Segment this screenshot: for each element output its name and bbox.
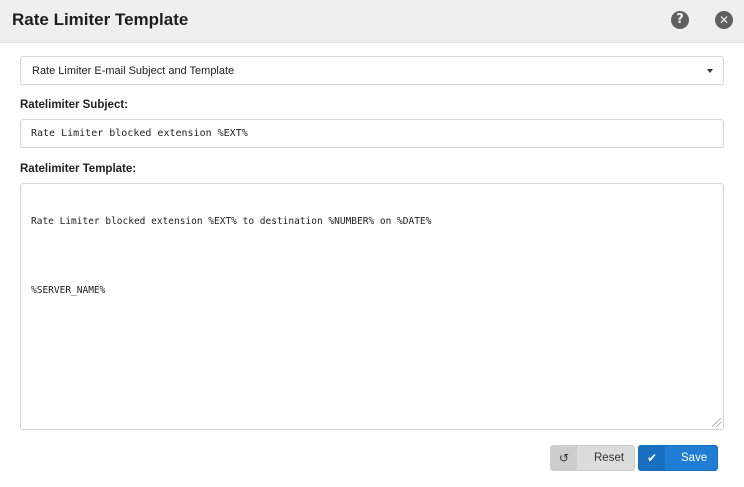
template-textarea[interactable]: Rate Limiter blocked extension %EXT% to … [20, 183, 724, 430]
template-select[interactable]: Rate Limiter E-mail Subject and Template [20, 56, 724, 85]
caret-down-icon [707, 69, 713, 73]
template-line: %SERVER_NAME% [31, 285, 106, 296]
modal-title: Rate Limiter Template [12, 10, 189, 29]
resize-handle-icon[interactable] [712, 418, 721, 427]
modal-header: Rate Limiter Template ? ✕ [0, 0, 744, 43]
check-icon: ✔ [639, 446, 665, 470]
reset-button[interactable]: ↺ Reset [550, 445, 635, 471]
save-button[interactable]: ✔ Save [638, 445, 718, 471]
subject-input[interactable]: Rate Limiter blocked extension %EXT% [20, 119, 724, 148]
help-icon[interactable]: ? [671, 11, 689, 29]
reset-button-label: Reset [594, 452, 625, 464]
save-button-label: Save [681, 452, 708, 464]
template-line: Rate Limiter blocked extension %EXT% to … [31, 216, 432, 227]
close-icon[interactable]: ✕ [715, 11, 733, 29]
template-label: Ratelimiter Template: [20, 163, 137, 175]
undo-icon: ↺ [551, 446, 577, 470]
template-select-value: Rate Limiter E-mail Subject and Template [32, 65, 235, 77]
template-blank-line [31, 251, 713, 263]
subject-label: Ratelimiter Subject: [20, 99, 128, 111]
